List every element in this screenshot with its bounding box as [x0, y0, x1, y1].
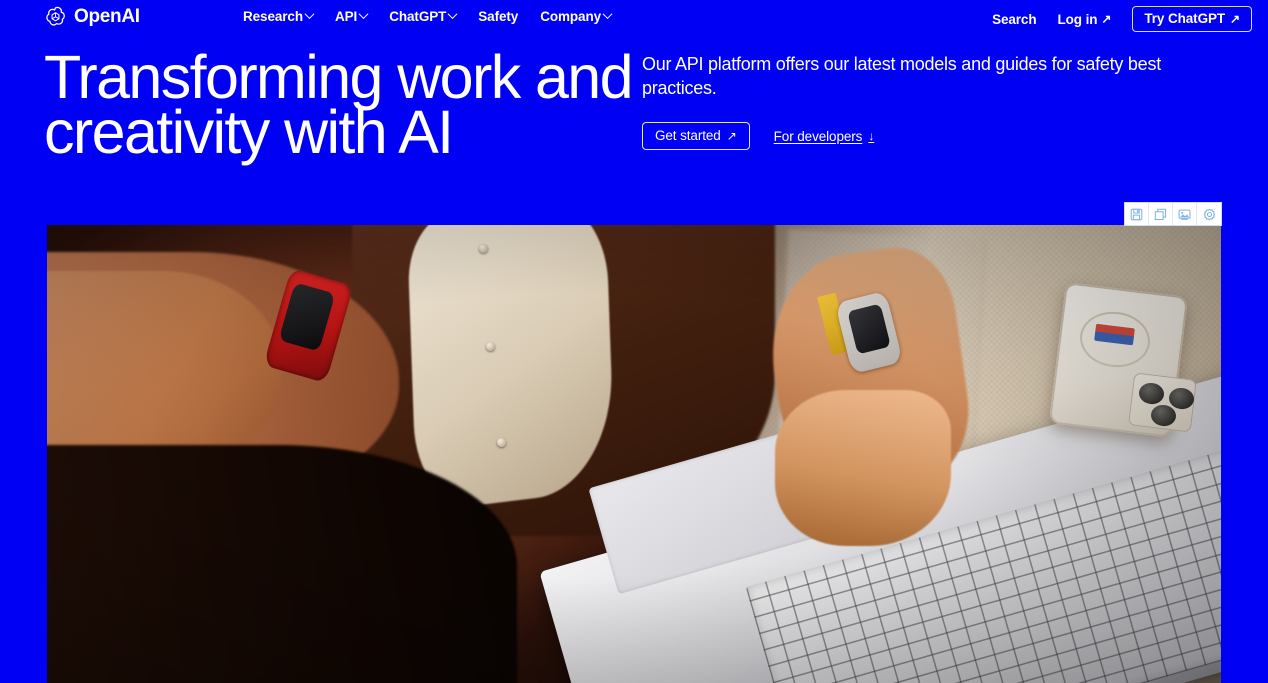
for-developers-link[interactable]: For developers ↓ — [774, 129, 875, 144]
nav-item-safety[interactable]: Safety — [478, 8, 518, 25]
try-chatgpt-button[interactable]: Try ChatGPT ↗ — [1132, 6, 1252, 32]
openai-logo-icon — [44, 5, 67, 28]
get-started-label: Get started — [655, 128, 721, 143]
hero-actions: Get started ↗ For developers ↓ — [642, 122, 1222, 150]
photo-vignette — [47, 225, 1221, 683]
search-label: Search — [992, 11, 1037, 27]
nav-item-chatgpt[interactable]: ChatGPT — [389, 8, 458, 25]
page-title: Transforming work and creativity with AI — [44, 43, 634, 166]
chevron-down-icon — [602, 9, 613, 20]
login-label: Log in — [1057, 11, 1098, 27]
openai-homepage: OpenAI Research API ChatGPT Safety Compa… — [0, 0, 1268, 683]
nav-item-research-label: Research — [243, 9, 303, 24]
nav-item-company[interactable]: Company — [540, 8, 613, 25]
main-navigation: OpenAI Research API ChatGPT Safety Compa… — [0, 0, 1268, 34]
arrow-up-right-icon: ↗ — [1230, 11, 1240, 26]
nav-primary-links: Research API ChatGPT Safety Company — [243, 8, 613, 25]
hero-copy-column: Our API platform offers our latest model… — [642, 52, 1222, 150]
nav-item-api[interactable]: API — [335, 8, 369, 25]
nav-secondary-links: Search Log in ↗ Try ChatGPT ↗ — [992, 6, 1252, 32]
copy-icon[interactable] — [1149, 203, 1173, 225]
nav-item-company-label: Company — [540, 9, 602, 24]
nav-item-research[interactable]: Research — [243, 8, 315, 25]
image-toolbar — [1124, 202, 1222, 226]
arrow-up-right-icon: ↗ — [726, 128, 737, 143]
get-started-button[interactable]: Get started ↗ — [642, 122, 750, 150]
search-link[interactable]: Search — [992, 11, 1037, 28]
chevron-down-icon — [447, 9, 458, 20]
save-icon[interactable] — [1125, 203, 1149, 225]
nav-item-safety-label: Safety — [478, 9, 519, 24]
chevron-down-icon — [304, 9, 315, 20]
chevron-down-icon — [358, 9, 369, 20]
arrow-down-icon: ↓ — [868, 129, 875, 143]
nav-item-api-label: API — [335, 9, 358, 24]
image-icon[interactable] — [1173, 203, 1197, 225]
nav-item-chatgpt-label: ChatGPT — [389, 9, 447, 24]
hero-image — [47, 225, 1221, 683]
login-link[interactable]: Log in ↗ — [1058, 11, 1112, 28]
brand-logo-link[interactable]: OpenAI — [44, 5, 140, 28]
arrow-up-right-icon: ↗ — [1101, 12, 1112, 26]
try-chatgpt-label: Try ChatGPT — [1144, 11, 1226, 26]
for-developers-label: For developers — [773, 128, 863, 144]
brand-name: OpenAI — [74, 6, 140, 27]
hero-image-content — [47, 225, 1221, 683]
gear-icon[interactable] — [1197, 203, 1221, 225]
hero-description: Our API platform offers our latest model… — [642, 54, 1161, 98]
